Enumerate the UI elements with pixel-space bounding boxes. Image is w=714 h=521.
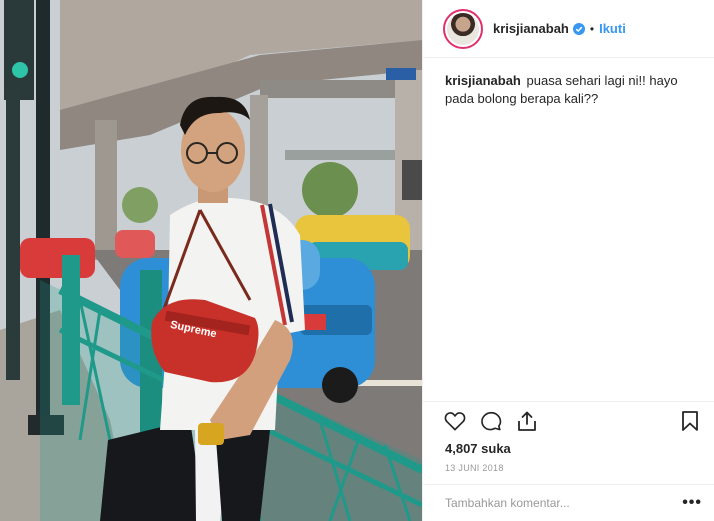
like-count[interactable]: 4,807 suka [445, 441, 511, 456]
actions-divider [423, 401, 714, 402]
caption-username-link[interactable]: krisjianabah [445, 73, 521, 88]
post-side-panel: krisjianabah • Ikuti krisjianabah puasa … [422, 0, 714, 521]
bookmark-icon[interactable] [678, 408, 702, 434]
comment-input[interactable] [445, 496, 665, 510]
more-options-icon[interactable]: ••• [682, 494, 702, 512]
header-separator: • [589, 21, 595, 36]
post-header: krisjianabah • Ikuti [423, 0, 714, 58]
post-actions [443, 408, 539, 434]
follow-button[interactable]: Ikuti [599, 21, 626, 36]
share-icon[interactable] [515, 408, 539, 434]
post-caption: krisjianabah puasa sehari lagi ni!! hayo… [445, 72, 707, 108]
post-date[interactable]: 13 JUNI 2018 [445, 463, 504, 473]
profile-avatar[interactable] [443, 8, 483, 49]
post-photo-illustration: Supreme [0, 0, 422, 521]
post-photo[interactable]: Supreme [0, 0, 422, 521]
comment-icon[interactable] [479, 408, 503, 434]
verified-badge-icon [572, 22, 585, 35]
username-link[interactable]: krisjianabah [493, 21, 569, 36]
comment-divider [423, 484, 714, 485]
heart-icon[interactable] [443, 408, 467, 434]
